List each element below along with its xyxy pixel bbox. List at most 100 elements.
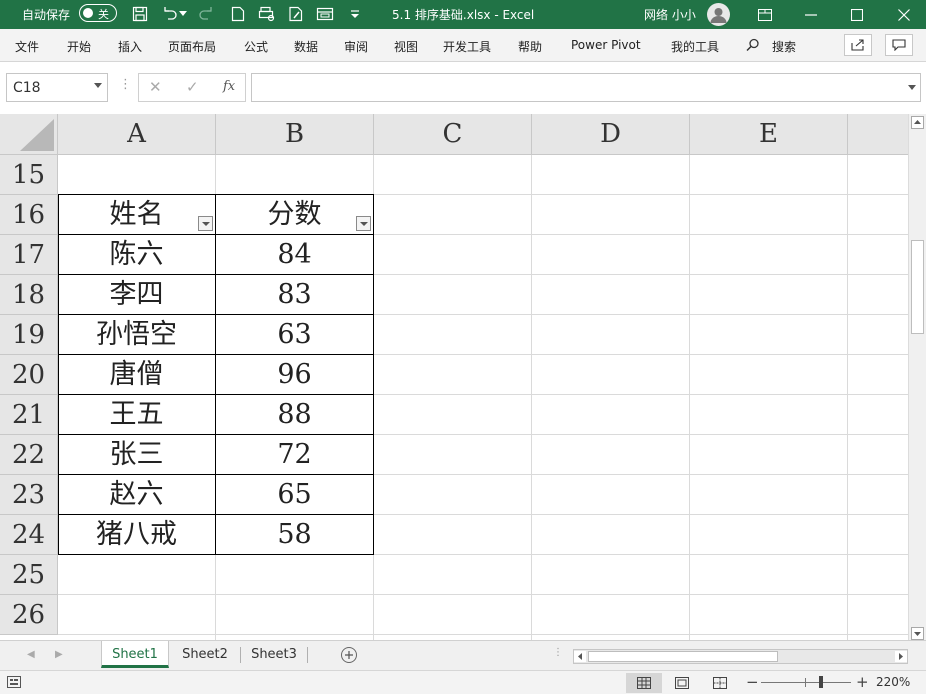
menu-page-layout[interactable]: 页面布局 — [168, 38, 216, 55]
tab-next-icon[interactable]: ▶ — [55, 649, 63, 660]
comment-button[interactable] — [885, 34, 913, 56]
row-header[interactable]: 15 — [0, 155, 58, 195]
row-header[interactable]: 26 — [0, 595, 58, 635]
formula-input[interactable] — [251, 73, 921, 102]
column-header[interactable]: B — [216, 114, 374, 155]
scrollbar-thumb[interactable] — [588, 651, 778, 662]
normal-view-icon[interactable] — [626, 673, 662, 693]
table-cell[interactable]: 58 — [216, 515, 373, 555]
minimize-icon[interactable] — [791, 0, 831, 29]
table-cell[interactable]: 张三 — [58, 435, 215, 475]
horizontal-scrollbar[interactable] — [573, 649, 908, 664]
page-layout-view-icon[interactable] — [664, 673, 700, 693]
macro-record-icon[interactable] — [7, 676, 21, 691]
column-header[interactable]: A — [58, 114, 216, 155]
table-cell[interactable]: 96 — [216, 355, 373, 395]
new-file-icon[interactable] — [228, 4, 248, 24]
row-header[interactable]: 21 — [0, 395, 58, 435]
zoom-level[interactable]: 220% — [876, 675, 910, 689]
table-cell[interactable]: 65 — [216, 475, 373, 515]
menu-developer[interactable]: 开发工具 — [443, 38, 491, 55]
avatar[interactable] — [707, 3, 730, 26]
row-header[interactable]: 25 — [0, 555, 58, 595]
split-handle-icon[interactable]: ⋮ — [553, 647, 563, 658]
filter-dropdown-icon[interactable] — [356, 216, 371, 231]
table-header-cell[interactable]: 分数 — [216, 195, 373, 235]
table-cell[interactable]: 赵六 — [58, 475, 215, 515]
undo-dropdown-icon[interactable] — [178, 4, 188, 24]
scroll-up-icon[interactable] — [911, 116, 924, 129]
table-cell[interactable]: 88 — [216, 395, 373, 435]
add-sheet-icon[interactable] — [341, 647, 357, 663]
save-icon[interactable] — [130, 4, 150, 24]
menu-file[interactable]: 文件 — [15, 38, 39, 55]
row-header[interactable]: 18 — [0, 275, 58, 315]
format-painter-icon[interactable] — [286, 4, 306, 24]
menu-insert[interactable]: 插入 — [118, 38, 142, 55]
scroll-left-icon[interactable] — [574, 651, 586, 662]
maximize-icon[interactable] — [837, 0, 877, 29]
form-icon[interactable] — [315, 4, 335, 24]
tab-sheet2[interactable]: Sheet2 — [171, 641, 239, 668]
row-header[interactable]: 19 — [0, 315, 58, 355]
menu-data[interactable]: 数据 — [294, 38, 318, 55]
row-header[interactable]: 22 — [0, 435, 58, 475]
close-icon[interactable] — [884, 0, 924, 29]
menu-review[interactable]: 审阅 — [344, 38, 368, 55]
table-cell[interactable]: 孙悟空 — [58, 315, 215, 355]
scroll-down-icon[interactable] — [911, 627, 924, 640]
table-cell[interactable]: 83 — [216, 275, 373, 315]
menu-my-tools[interactable]: 我的工具 — [671, 38, 719, 55]
table-cell[interactable]: 王五 — [58, 395, 215, 435]
table-cell[interactable]: 72 — [216, 435, 373, 475]
column-header-partial[interactable] — [848, 114, 908, 155]
zoom-slider-knob[interactable] — [819, 676, 823, 688]
tab-sheet3[interactable]: Sheet3 — [241, 641, 307, 668]
expand-formula-icon[interactable] — [908, 85, 916, 90]
column-header[interactable]: E — [690, 114, 848, 155]
page-break-view-icon[interactable] — [702, 673, 738, 693]
menu-home[interactable]: 开始 — [67, 38, 91, 55]
menu-formulas[interactable]: 公式 — [244, 38, 268, 55]
name-box[interactable]: C18 — [6, 73, 108, 102]
table-cell[interactable]: 陈六 — [58, 235, 215, 275]
scroll-right-icon[interactable] — [895, 651, 907, 662]
menu-view[interactable]: 视图 — [394, 38, 418, 55]
row-header[interactable]: 16 — [0, 195, 58, 235]
chevron-down-icon[interactable] — [94, 83, 102, 88]
insert-function-icon[interactable]: fx — [223, 79, 235, 94]
table-cell[interactable]: 猪八戒 — [58, 515, 215, 555]
tab-prev-icon[interactable]: ◀ — [27, 649, 35, 660]
row-header[interactable]: 17 — [0, 235, 58, 275]
autosave-toggle[interactable]: 关 — [79, 4, 117, 22]
search-icon[interactable] — [746, 38, 760, 55]
zoom-slider[interactable] — [761, 676, 851, 688]
share-button[interactable] — [844, 34, 872, 56]
menu-help[interactable]: 帮助 — [518, 38, 542, 55]
table-cell[interactable]: 84 — [216, 235, 373, 275]
table-header-cell[interactable]: 姓名 — [58, 195, 215, 235]
menu-power-pivot[interactable]: Power Pivot — [571, 38, 641, 52]
cancel-icon[interactable]: ✕ — [149, 78, 162, 96]
table-cell[interactable]: 唐僧 — [58, 355, 215, 395]
redo-icon[interactable] — [196, 4, 216, 24]
column-header[interactable]: C — [374, 114, 532, 155]
worksheet-grid[interactable]: A B C D E 15 16 17 18 19 20 21 22 23 24 … — [0, 114, 908, 640]
table-cell[interactable]: 李四 — [58, 275, 215, 315]
table-cell[interactable]: 63 — [216, 315, 373, 355]
scrollbar-thumb[interactable] — [911, 240, 924, 334]
column-header[interactable]: D — [532, 114, 690, 155]
undo-icon[interactable] — [160, 4, 180, 24]
search-label[interactable]: 搜索 — [772, 38, 796, 55]
customize-qat-icon[interactable] — [345, 4, 365, 24]
zoom-out-icon[interactable]: − — [746, 673, 759, 691]
filter-dropdown-icon[interactable] — [198, 216, 213, 231]
vertical-scrollbar[interactable] — [908, 114, 926, 644]
row-header[interactable]: 20 — [0, 355, 58, 395]
ribbon-display-icon[interactable] — [745, 0, 785, 29]
row-header[interactable]: 24 — [0, 515, 58, 555]
print-preview-icon[interactable] — [257, 4, 277, 24]
confirm-icon[interactable]: ✓ — [186, 78, 199, 96]
zoom-in-icon[interactable]: + — [856, 673, 869, 691]
select-all-corner[interactable] — [0, 114, 58, 155]
